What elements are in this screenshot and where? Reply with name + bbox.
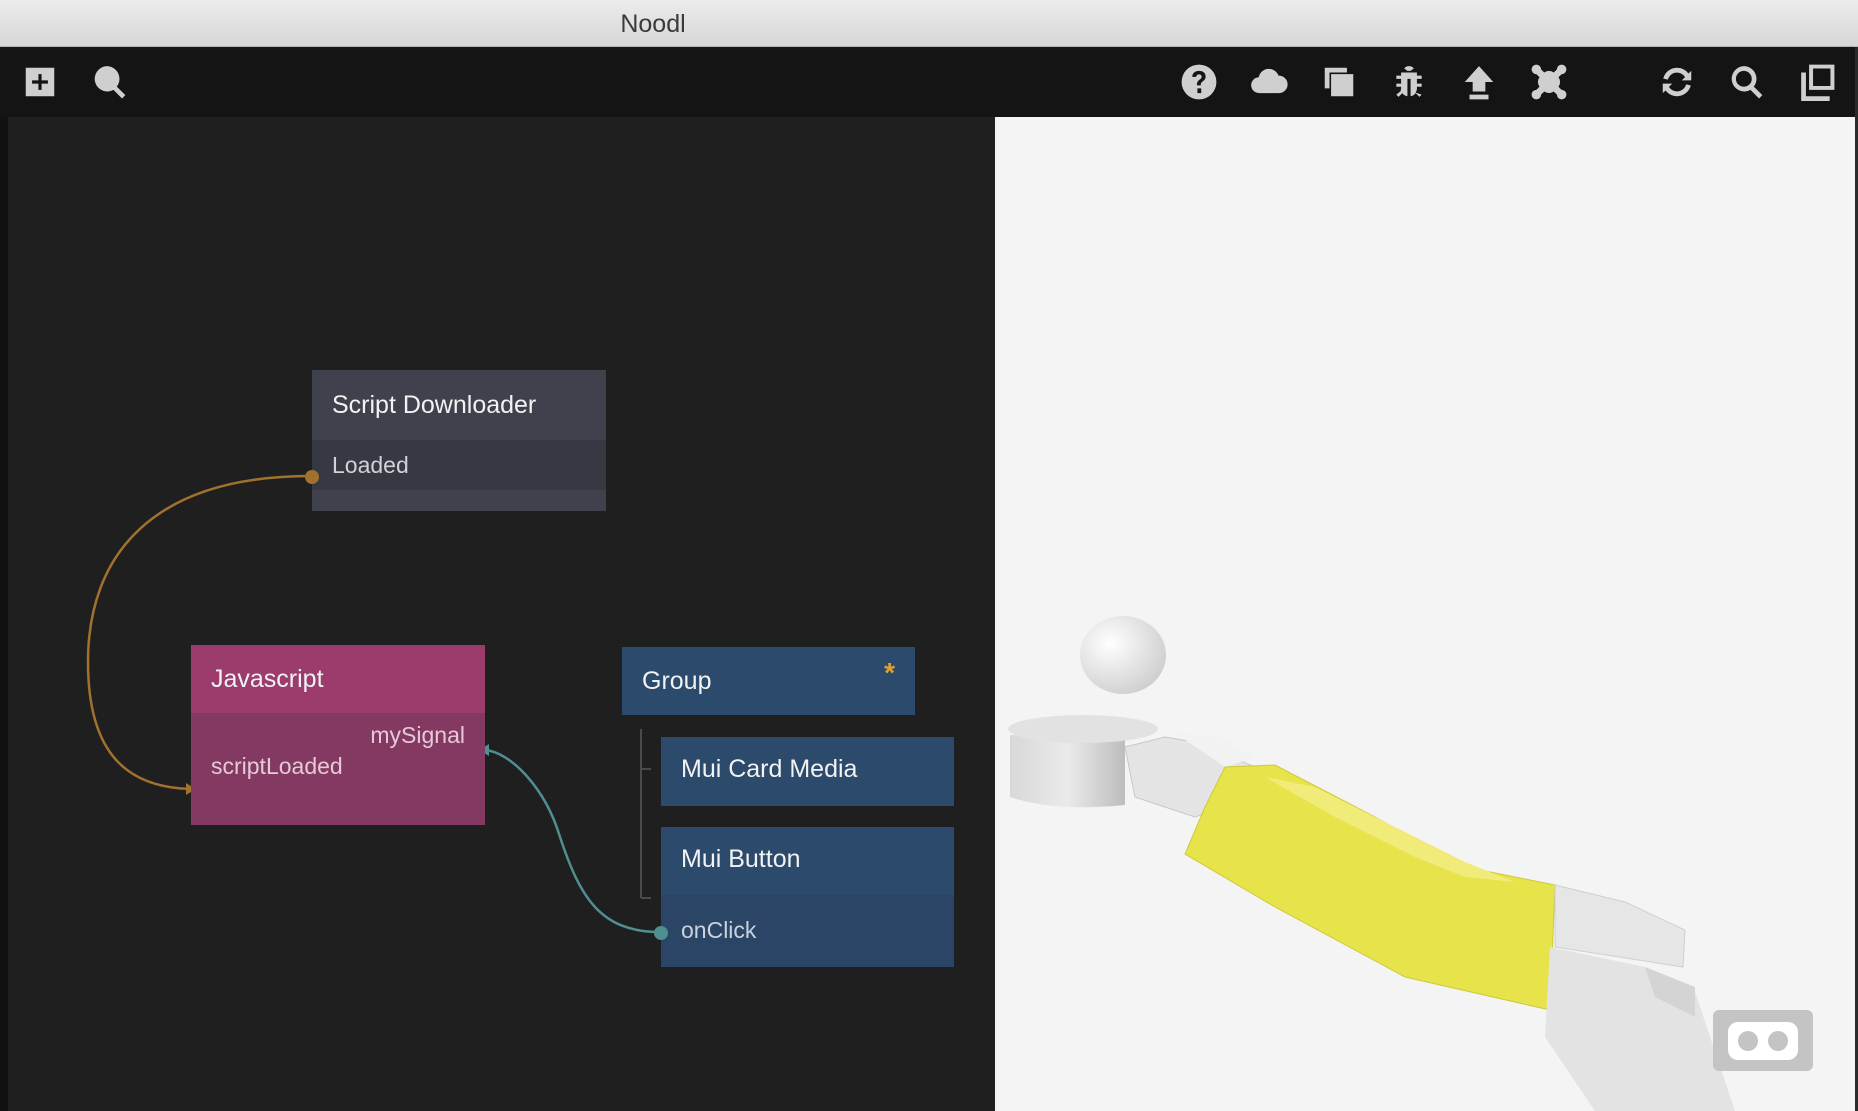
node-title: Mui Button [681,845,801,873]
vr-headset-icon[interactable] [1713,1010,1813,1071]
wire-onclick-to-mysignal [484,748,661,934]
upload-icon[interactable] [1456,59,1502,105]
port-dot[interactable] [654,926,668,940]
add-node-icon[interactable] [17,59,63,105]
node-editor-canvas[interactable]: Script Downloader Loaded Javascript mySi… [0,117,995,1111]
windows-icon[interactable] [1316,59,1362,105]
node-title: Mui Card Media [681,755,858,783]
refresh-icon[interactable] [1654,59,1700,105]
popout-icon[interactable] [1794,59,1840,105]
node-title: Script Downloader [332,391,537,419]
forearm-segment [1545,947,1735,1111]
node-mui-button[interactable]: Mui Button onClick [654,827,954,967]
group-children-bracket [640,729,651,899]
cylinder-base [1010,735,1125,808]
modified-marker: * [884,657,895,688]
port-loaded[interactable]: Loaded [312,440,606,490]
port-scriptloaded[interactable]: scriptLoaded [191,749,485,789]
yellow-arm-segment [1184,764,1556,1011]
node-title: Javascript [211,665,324,693]
port-mysignal[interactable]: mySignal [191,713,485,749]
port-onclick[interactable]: onClick [661,895,954,967]
node-mui-card-media[interactable]: Mui Card Media [661,737,954,806]
node-group[interactable]: Group * [622,647,915,715]
robot-arm-3d-model [1008,616,1735,1111]
toolbar [0,47,1855,117]
help-icon[interactable] [1176,59,1222,105]
port-dot[interactable] [305,470,319,484]
search-icon[interactable] [87,59,133,105]
node-javascript[interactable]: Javascript mySignal scriptLoaded [191,645,485,825]
node-title: Group [642,667,712,695]
window-titlebar: Noodl [0,0,1858,47]
cloud-icon[interactable] [1246,59,1292,105]
preview-search-icon[interactable] [1724,59,1770,105]
preview-viewport[interactable] [995,117,1855,1111]
bug-icon[interactable] [1386,59,1432,105]
node-script-downloader[interactable]: Script Downloader Loaded [305,370,606,511]
window-title: Noodl [620,10,686,38]
sphere-object [1080,616,1166,694]
connect-icon[interactable] [1526,59,1572,105]
